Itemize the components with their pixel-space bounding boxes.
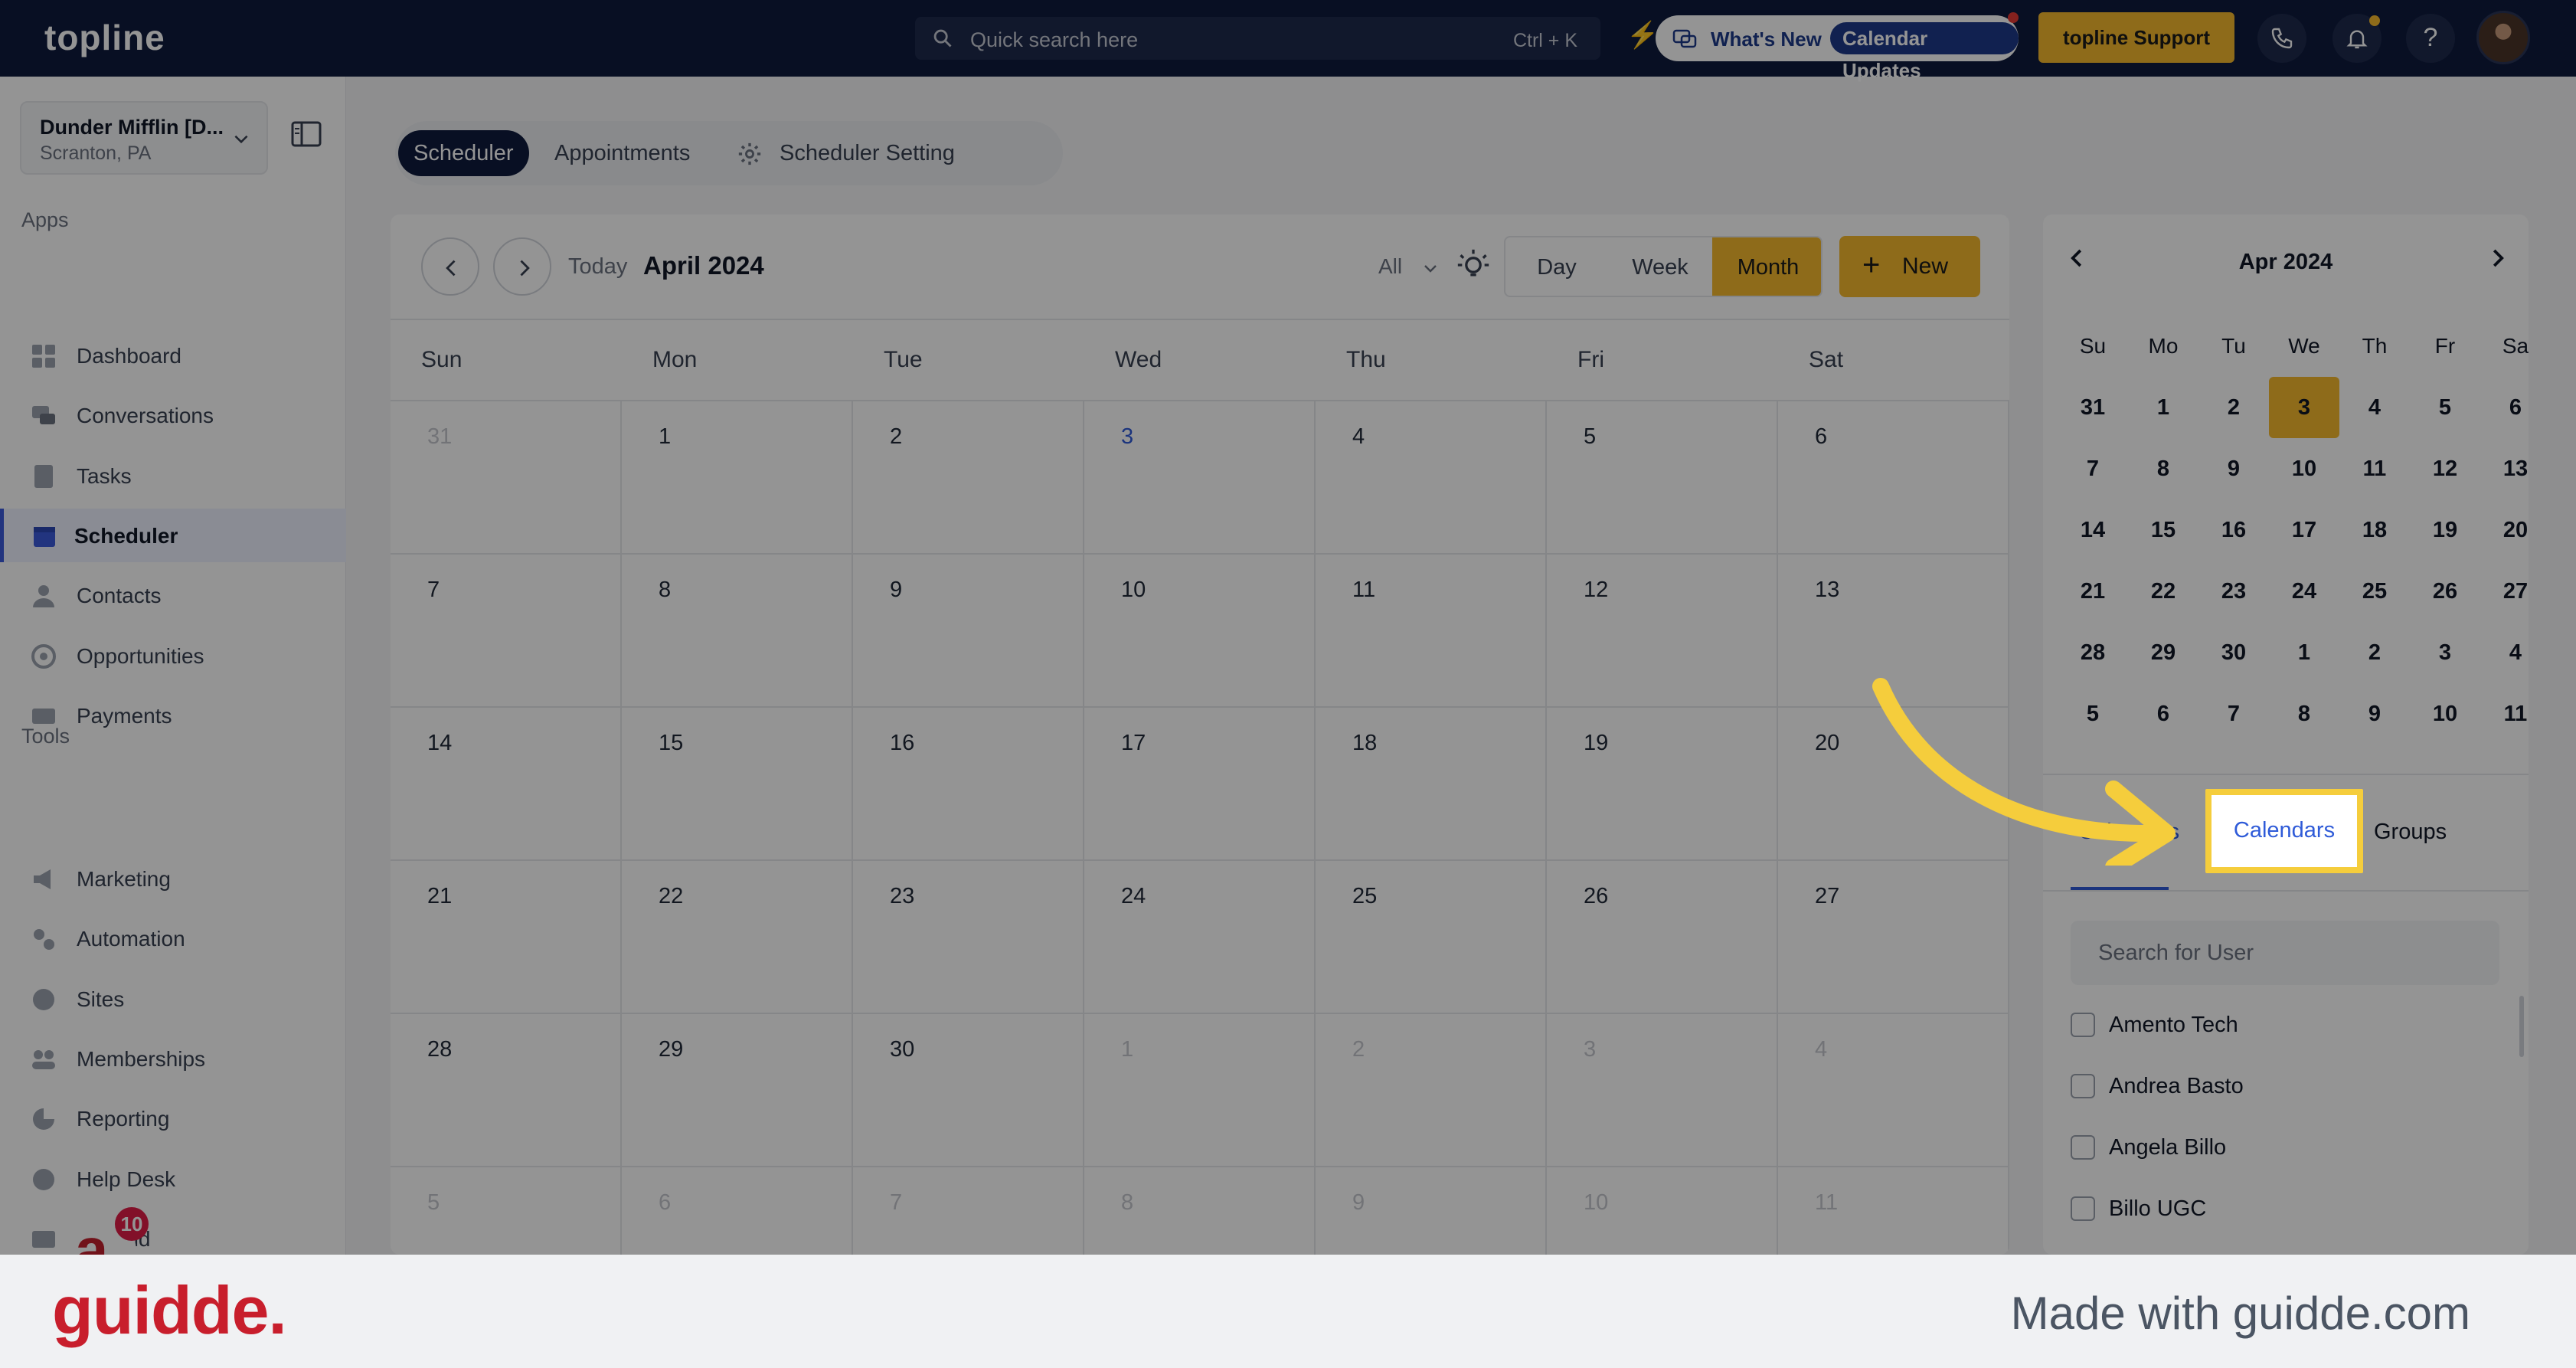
dim-overlay xyxy=(0,0,2576,1255)
calendars-tab-highlight[interactable]: Calendars xyxy=(2205,789,2363,873)
pointer-arrow xyxy=(1872,678,2176,866)
guidde-logo[interactable]: guidde. xyxy=(52,1271,287,1350)
guidde-footer: guidde. Made with guidde.com xyxy=(0,1255,2576,1368)
highlight-label: Calendars xyxy=(2233,818,2336,843)
made-with-text: Made with guidde.com xyxy=(2010,1288,2470,1339)
